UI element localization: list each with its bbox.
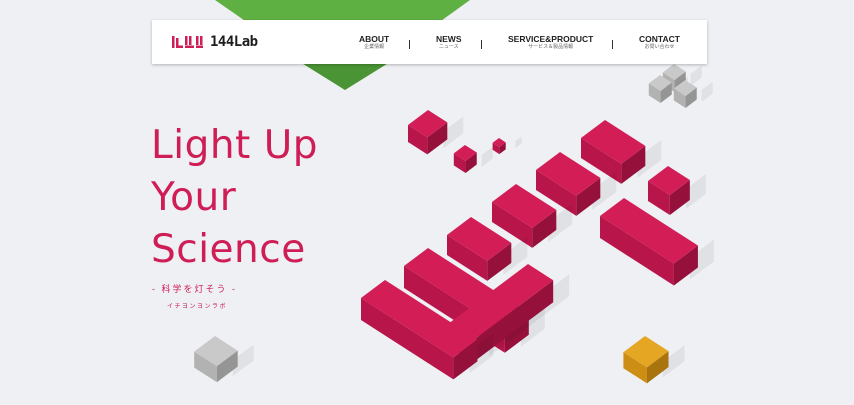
nav-about[interactable]: ABOUT 企業情報: [359, 35, 389, 51]
hero-kana: イチヨンヨンラボ: [167, 304, 228, 310]
block-shadow: [515, 136, 522, 149]
gray-cube: [194, 336, 254, 383]
site-logo[interactable]: 144Lab: [172, 34, 258, 50]
nav-contact-label: CONTACT: [639, 34, 680, 44]
nav-separator: [612, 40, 613, 49]
nav-about-label: ABOUT: [359, 34, 390, 44]
nav-separator: [481, 40, 482, 49]
block-shadow: [690, 65, 702, 86]
hero-title-line: Light Up: [151, 123, 319, 168]
header-navbar: 144Lab ABOUT 企業情報 NEWS ニュース SERVICE&PROD…: [152, 20, 707, 64]
nav-news[interactable]: NEWS ニュース: [436, 35, 462, 51]
block-shadow: [701, 81, 713, 102]
nav-contact[interactable]: CONTACT お問い合わせ: [639, 35, 680, 51]
red-cube: [648, 166, 706, 216]
hero-title-line: Your: [151, 175, 237, 220]
hero-title-line: Science: [151, 227, 306, 272]
nav-service-sub: サービス＆製品情報: [528, 44, 574, 50]
red-bar: [600, 198, 714, 286]
nav-separator: [409, 40, 410, 49]
nav-news-label: NEWS: [436, 34, 462, 44]
nav-contact-sub: お問い合わせ: [644, 44, 675, 50]
hero-title: Light Up Your Science: [151, 120, 318, 276]
nav-service-label: SERVICE&PRODUCT: [508, 34, 594, 44]
logo-text: 144Lab: [210, 34, 258, 50]
green-triangle-edge: [300, 62, 390, 90]
hero-tagline: - 科学を灯そう -: [152, 284, 237, 294]
block-shadow: [481, 146, 493, 167]
nav-service-product[interactable]: SERVICE&PRODUCT サービス＆製品情報: [508, 35, 593, 51]
gold-cube: [623, 336, 685, 384]
gray-cube: [673, 80, 713, 108]
red-cube: [492, 136, 522, 155]
nav-news-sub: ニュース: [438, 44, 459, 50]
nav-about-sub: 企業情報: [364, 44, 385, 50]
red-cube: [408, 110, 464, 155]
logo-mark-icon: [172, 36, 203, 48]
red-cube: [453, 145, 493, 173]
